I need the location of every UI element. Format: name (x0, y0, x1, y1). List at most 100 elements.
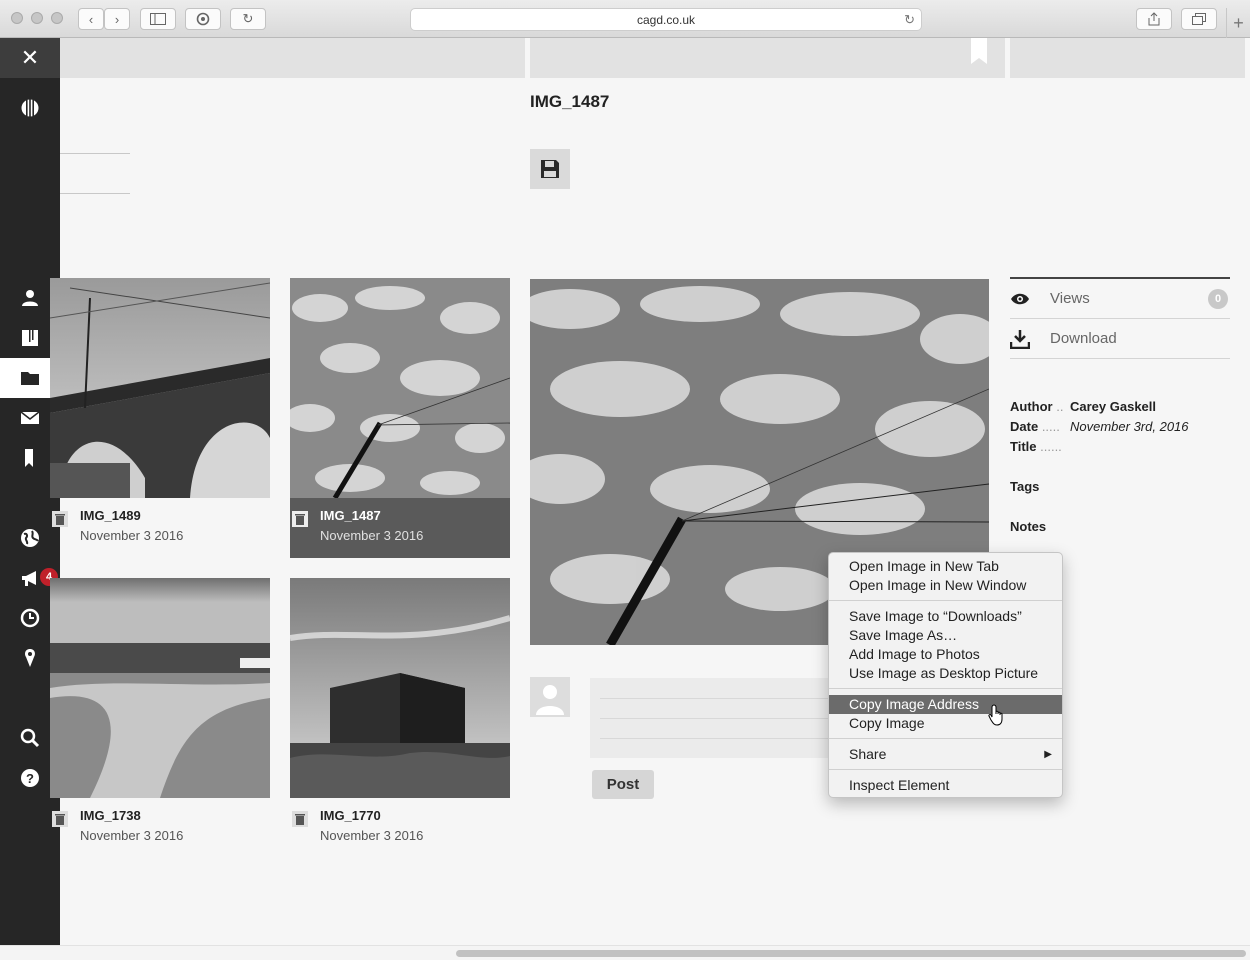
chevron-right-icon: › (114, 11, 120, 27)
date-key: Date (1010, 419, 1039, 434)
plus-icon: + (1233, 12, 1244, 33)
folder-icon (21, 372, 39, 385)
comment-rule (600, 698, 830, 699)
new-tab-button[interactable]: + (1226, 8, 1250, 38)
thumbnail-name: IMG_1770 (320, 808, 381, 823)
zoom-window-button[interactable] (51, 12, 63, 24)
post-button[interactable]: Post (592, 770, 654, 799)
forward-button[interactable]: › (104, 8, 130, 30)
menu-item-open-new-tab[interactable]: Open Image in New Tab (829, 557, 1062, 576)
thumbnail-name: IMG_1738 (80, 808, 141, 823)
menu-item-save-to-downloads[interactable]: Save Image to “Downloads” (829, 607, 1062, 626)
submenu-arrow-icon: ▶ (1044, 749, 1052, 760)
menu-item-save-as[interactable]: Save Image As… (829, 626, 1062, 645)
title-field: Title ...... (1010, 439, 1062, 454)
views-row: Views 0 (1010, 279, 1230, 319)
author-key: Author (1010, 399, 1053, 414)
menu-item-copy-address[interactable]: Copy Image Address (829, 695, 1062, 714)
thumbnail-image[interactable] (290, 278, 510, 498)
bookmark-icon[interactable] (971, 38, 987, 64)
menu-item-open-new-window[interactable]: Open Image in New Window (829, 576, 1062, 595)
trash-icon[interactable] (52, 511, 68, 527)
search-icon (20, 728, 40, 748)
tabs-icon (1192, 13, 1206, 25)
book-icon (22, 330, 38, 346)
url-text: cagd.co.uk (636, 12, 696, 27)
thumbnail-date: November 3 2016 (80, 528, 184, 543)
sidebar-icon (150, 13, 166, 25)
context-menu: Open Image in New Tab Open Image in New … (828, 552, 1063, 798)
top-bar-left (60, 38, 525, 78)
menu-separator (829, 688, 1062, 689)
browser-toolbar: ‹ › ↻ cagd.co.uk ↻ + (0, 0, 1250, 38)
user-placeholder-icon (536, 685, 564, 715)
sidebar-item-globe[interactable] (0, 88, 60, 128)
reload-button[interactable]: ↻ (230, 8, 266, 30)
notes-field: Notes (1010, 519, 1046, 534)
world-icon (21, 529, 39, 547)
title-dots: ...... (1040, 439, 1062, 454)
estuary-photo (50, 578, 270, 798)
date-dots: ..... (1041, 419, 1060, 434)
date-field: Date ..... November 3rd, 2016 (1010, 419, 1189, 434)
back-button[interactable]: ‹ (78, 8, 104, 30)
comment-input[interactable] (590, 678, 830, 758)
horizontal-scrollbar[interactable] (0, 945, 1250, 960)
divider (60, 193, 130, 194)
tabs-overview-button[interactable] (1181, 8, 1217, 30)
trash-icon[interactable] (292, 811, 308, 827)
thumbnail-image[interactable] (50, 278, 270, 498)
thumbnail-caption[interactable]: IMG_1489 November 3 2016 (50, 498, 270, 558)
thumbnail-caption[interactable]: IMG_1770 November 3 2016 (290, 798, 510, 858)
refresh-circle-icon (196, 12, 210, 26)
tags-field: Tags (1010, 479, 1039, 494)
notes-key: Notes (1010, 519, 1047, 534)
extension-button[interactable] (185, 8, 221, 30)
location-pin-icon (25, 649, 35, 667)
thumbnail-caption[interactable]: IMG_1738 November 3 2016 (50, 798, 270, 858)
menu-item-share[interactable]: Share ▶ (829, 745, 1062, 764)
sidebar-close-button[interactable]: ✕ (0, 38, 60, 78)
menu-item-inspect[interactable]: Inspect Element (829, 776, 1062, 795)
close-window-button[interactable] (11, 12, 23, 24)
thumbnail-date: November 3 2016 (80, 828, 184, 843)
menu-separator (829, 600, 1062, 601)
address-bar[interactable]: cagd.co.uk ↻ (410, 8, 922, 31)
menu-separator (829, 738, 1062, 739)
share-button[interactable] (1136, 8, 1172, 30)
globe-stripes-icon (21, 99, 39, 117)
svg-text:?: ? (26, 771, 34, 786)
date-value: November 3rd, 2016 (1070, 419, 1189, 434)
share-icon (1148, 12, 1160, 26)
menu-item-desktop-picture[interactable]: Use Image as Desktop Picture (829, 664, 1062, 683)
trash-icon[interactable] (52, 811, 68, 827)
bookmark-icon (25, 449, 33, 467)
menu-separator (829, 769, 1062, 770)
comment-rule (600, 738, 830, 739)
thumbnail-image[interactable] (290, 578, 510, 798)
menu-item-copy-image[interactable]: Copy Image (829, 714, 1062, 733)
save-button[interactable] (530, 149, 570, 189)
trash-icon[interactable] (292, 511, 308, 527)
close-icon: ✕ (20, 45, 40, 70)
menu-item-add-to-photos[interactable]: Add Image to Photos (829, 645, 1062, 664)
building-photo (290, 578, 510, 798)
avatar (530, 677, 570, 717)
thumbnail-name: IMG_1489 (80, 508, 141, 523)
thumbnail-name: IMG_1487 (320, 508, 381, 523)
download-row[interactable]: Download (1010, 319, 1230, 359)
scrollbar-thumb[interactable] (456, 950, 1246, 957)
minimize-window-button[interactable] (31, 12, 43, 24)
thumbnail-caption-selected[interactable]: IMG_1487 November 3 2016 (290, 498, 510, 558)
hand-cursor-icon (988, 704, 1003, 726)
clock-icon (20, 608, 40, 628)
eye-icon (1011, 293, 1029, 304)
sidebar-toggle-button[interactable] (140, 8, 176, 30)
mail-icon (20, 411, 40, 424)
thumbnail-image[interactable] (50, 578, 270, 798)
reload-icon[interactable]: ↻ (904, 12, 915, 28)
views-label: Views (1050, 290, 1090, 307)
chevron-left-icon: ‹ (88, 11, 94, 27)
download-label: Download (1050, 330, 1117, 347)
author-value: Carey Gaskell (1070, 399, 1157, 414)
